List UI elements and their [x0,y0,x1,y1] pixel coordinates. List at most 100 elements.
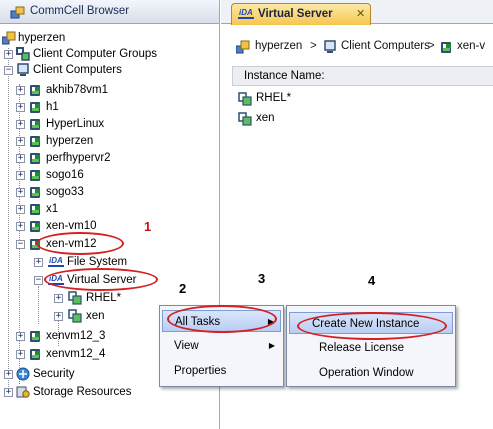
commcell-icon [10,5,26,22]
breadcrumb-item[interactable]: hyperzen [255,40,302,52]
tree-node-root[interactable]: hyperzen [0,30,219,46]
client-computer-icon [30,84,42,97]
tree-node-label: hyperzen [46,135,94,147]
annotation-oval-create-new-instance [297,312,447,340]
tab-virtual-server[interactable]: iDA Virtual Server ✕ [231,3,371,25]
tree-node-label: Client Computer Groups [33,48,157,60]
client-computer-icon [30,186,42,199]
annotation-oval-all-tasks [167,305,277,333]
tree-node-label: perfhypervr2 [46,152,111,164]
storage-icon [16,385,30,399]
tree-node-label: HyperLinux [46,118,105,130]
client-computer-icon [30,152,42,165]
client-computer-icon [30,101,42,114]
annotation-oval-xen-vm12 [36,232,124,255]
expand-toggle[interactable]: + [16,188,25,197]
expand-toggle[interactable]: + [16,171,25,180]
menu-item-properties[interactable]: Properties [162,360,281,382]
tree-node-label: sogo33 [46,186,84,198]
tree-node-client[interactable]: + perfhypervr2 [0,150,219,166]
tree-node-client[interactable]: + HyperLinux [0,116,219,132]
ida-agent-icon: iDA [48,256,64,267]
client-computers-icon [323,40,337,54]
annotation-step-2: 2 [179,281,187,296]
expand-toggle[interactable]: + [16,120,25,129]
collapse-toggle[interactable]: − [16,240,25,249]
expand-toggle[interactable]: + [4,388,13,397]
tree-node-label: Storage Resources [33,386,132,398]
expand-toggle[interactable]: + [34,258,43,267]
instance-name: RHEL* [256,92,292,104]
instance-icon [238,112,252,126]
annotation-step-1: 1 [144,219,152,234]
expand-toggle[interactable]: + [16,350,25,359]
expand-toggle[interactable]: + [54,312,63,321]
tree-node-client[interactable]: + akhib78vm1 [0,82,219,98]
tree-node-label: RHEL* [86,292,122,304]
client-computers-icon [16,63,30,77]
client-computer-icon [30,118,42,131]
tree-node-client[interactable]: + h1 [0,99,219,115]
tree-node-client-computers[interactable]: − Client Computers [0,62,219,78]
commcell-browser-title: CommCell Browser [30,5,130,17]
tree-node-client[interactable]: + xen-vm10 [0,218,219,234]
expand-toggle[interactable]: + [16,86,25,95]
menu-item-view[interactable]: View ▶ [162,335,281,357]
breadcrumb-separator: > [428,40,435,52]
expand-toggle[interactable]: + [16,205,25,214]
tree-node-label: xenvm12_4 [46,348,106,360]
expand-toggle[interactable]: + [54,294,63,303]
instance-row[interactable]: xen [232,110,493,128]
commcell-root-icon [235,40,250,54]
annotation-oval-virtual-server [44,268,158,291]
annotation-step-4: 4 [368,273,376,288]
client-computer-icon [30,330,42,343]
instance-row[interactable]: RHEL* [232,90,493,108]
expand-toggle[interactable]: + [16,103,25,112]
submenu-arrow-icon: ▶ [268,341,275,350]
tree-node-label: hyperzen [18,32,66,44]
tree-node-client[interactable]: + hyperzen [0,133,219,149]
breadcrumb: hyperzen > Client Computers > xen-v [221,38,493,56]
tree-node-label: sogo16 [46,169,84,181]
expand-toggle[interactable]: + [4,50,13,59]
tree-node-instance[interactable]: + RHEL* [0,290,219,306]
tree-node-client-computer-groups[interactable]: + Client Computer Groups [0,46,219,62]
expand-toggle[interactable]: + [16,222,25,231]
tree-node-label: Client Computers [33,64,122,76]
breadcrumb-item[interactable]: xen-v [457,40,485,52]
instance-header-label: Instance Name: [244,70,325,82]
collapse-toggle[interactable]: − [4,66,13,75]
client-computer-icon [30,203,42,216]
expand-toggle[interactable]: + [16,154,25,163]
expand-toggle[interactable]: + [4,370,13,379]
tree-node-client[interactable]: + x1 [0,201,219,217]
expand-toggle[interactable]: + [16,332,25,341]
instance-icon [68,291,82,305]
instance-icon [238,92,252,106]
group-icon [16,47,30,61]
menu-item-label: Release License [319,342,405,354]
tree-node-client[interactable]: + sogo16 [0,167,219,183]
menu-item-label: Operation Window [319,367,414,379]
instance-column-header[interactable]: Instance Name: [232,66,493,86]
menu-item-release-license[interactable]: Release License [289,337,453,359]
expand-toggle[interactable]: + [16,137,25,146]
client-computer-icon [441,41,453,54]
menu-item-operation-window[interactable]: Operation Window [289,362,453,384]
commcell-root-icon [1,31,16,45]
close-icon[interactable]: ✕ [356,7,365,20]
annotation-step-3: 3 [258,271,266,286]
tree-node-label: Security [33,368,75,380]
instance-name: xen [256,112,275,124]
commcell-browser-header: CommCell Browser [0,0,219,24]
breadcrumb-item[interactable]: Client Computers [341,40,430,52]
tree-node-client[interactable]: + sogo33 [0,184,219,200]
tree-node-label: xenvm12_3 [46,330,106,342]
client-computer-icon [30,220,42,233]
menu-item-label: View [174,340,199,352]
collapse-toggle[interactable]: − [34,276,43,285]
tree-node-label: x1 [46,203,59,215]
tree-node-label: xen [86,310,105,322]
tab-label: Virtual Server [258,8,333,20]
